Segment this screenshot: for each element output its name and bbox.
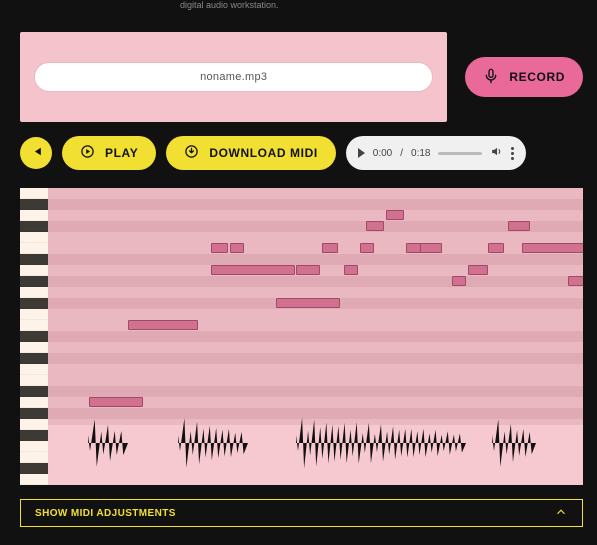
player-time-sep: / <box>400 148 403 159</box>
download-icon <box>184 144 199 162</box>
piano-keys <box>20 188 48 485</box>
microphone-icon <box>483 68 499 87</box>
player-current-time: 0:00 <box>373 148 392 159</box>
player-play-icon[interactable] <box>358 148 365 158</box>
audio-player[interactable]: 0:00 / 0:18 <box>346 136 527 170</box>
midi-note[interactable] <box>296 265 320 275</box>
piano-roll[interactable] <box>20 188 583 485</box>
play-button[interactable]: PLAY <box>62 136 156 170</box>
midi-note[interactable] <box>230 243 244 253</box>
record-button[interactable]: RECORD <box>465 57 583 97</box>
midi-note[interactable] <box>211 265 295 275</box>
player-menu-icon[interactable] <box>511 147 514 160</box>
volume-icon[interactable] <box>490 145 503 161</box>
play-label: PLAY <box>105 146 138 160</box>
skip-back-icon <box>30 145 43 161</box>
midi-note[interactable] <box>420 243 442 253</box>
midi-note[interactable] <box>508 221 530 231</box>
player-total-time: 0:18 <box>411 148 430 159</box>
tagline-text: digital audio workstation. <box>0 0 597 12</box>
waveform-area <box>48 425 583 485</box>
show-midi-adjustments-toggle[interactable]: SHOW MIDI ADJUSTMENTS <box>20 499 583 527</box>
record-label: RECORD <box>509 70 565 84</box>
midi-note[interactable] <box>360 243 374 253</box>
midi-note[interactable] <box>452 276 466 286</box>
midi-note[interactable] <box>128 320 198 330</box>
midi-note[interactable] <box>386 210 404 220</box>
player-seek-bar[interactable] <box>438 152 482 155</box>
file-panel: noname.mp3 <box>20 32 447 122</box>
skip-back-button[interactable] <box>20 137 52 169</box>
midi-note[interactable] <box>522 243 583 253</box>
download-midi-label: DOWNLOAD MIDI <box>209 146 317 160</box>
midi-note[interactable] <box>366 221 384 231</box>
midi-note[interactable] <box>344 265 358 275</box>
midi-note[interactable] <box>468 265 488 275</box>
midi-note[interactable] <box>89 397 143 407</box>
adjustments-label: SHOW MIDI ADJUSTMENTS <box>35 508 176 519</box>
download-midi-button[interactable]: DOWNLOAD MIDI <box>166 136 335 170</box>
midi-note[interactable] <box>322 243 338 253</box>
midi-note[interactable] <box>211 243 228 253</box>
play-icon <box>80 144 95 162</box>
midi-note[interactable] <box>568 276 583 286</box>
chevron-up-icon <box>554 505 568 522</box>
midi-note[interactable] <box>488 243 504 253</box>
filename-pill[interactable]: noname.mp3 <box>34 62 433 92</box>
midi-note[interactable] <box>276 298 340 308</box>
